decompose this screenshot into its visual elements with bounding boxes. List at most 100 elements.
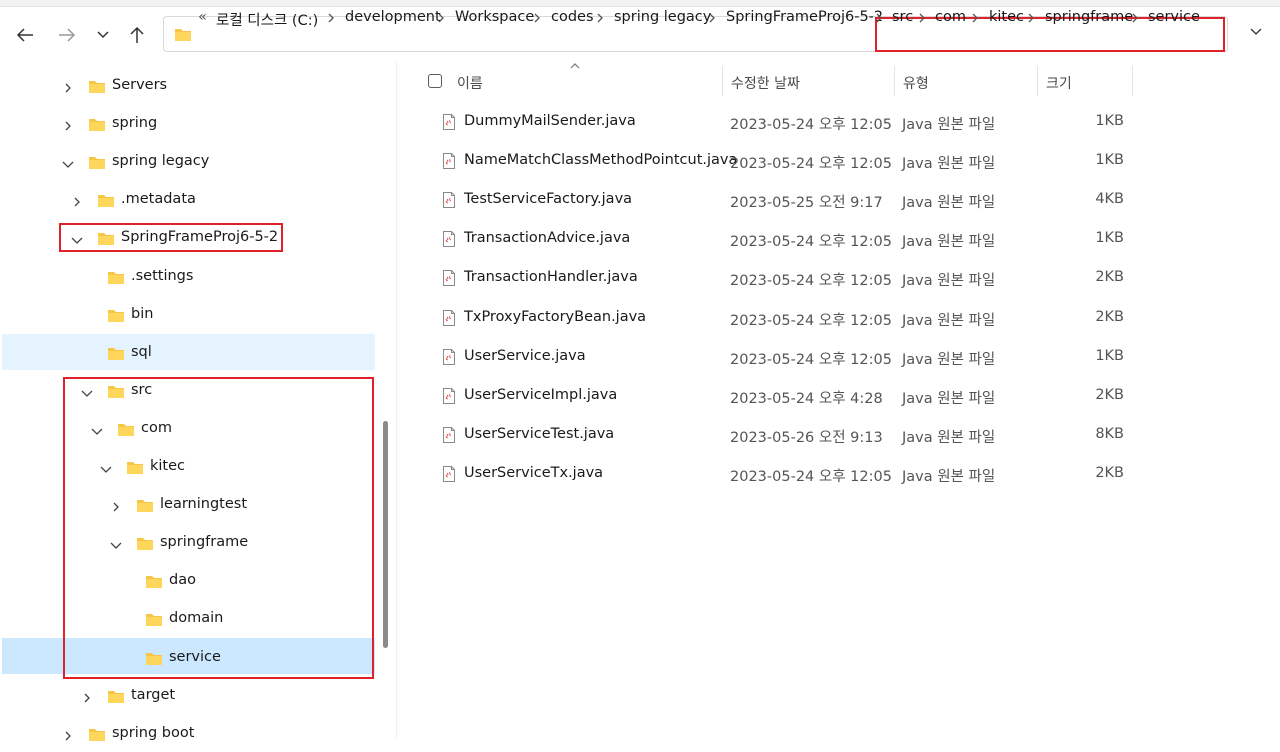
chevron-right-icon[interactable] [1131, 12, 1139, 24]
tree-item-target[interactable]: target [0, 678, 375, 714]
tree-item-label: target [131, 686, 176, 703]
tree-item-settings[interactable]: .settings [0, 259, 375, 295]
file-date: 2023-05-24 오후 12:05 [730, 468, 892, 485]
breadcrumb-codes[interactable]: codes [551, 9, 594, 25]
file-date: 2023-05-24 오후 12:05 [730, 234, 892, 251]
column-separator[interactable] [1132, 66, 1133, 96]
column-header-type[interactable]: 유형 [903, 73, 929, 93]
column-header-size[interactable]: 크기 [1046, 73, 1072, 93]
pane-divider[interactable] [396, 60, 397, 740]
chevron-right-icon[interactable] [596, 12, 604, 24]
file-date: 2023-05-24 오후 12:05 [730, 273, 892, 290]
file-size: 1KB [1095, 347, 1124, 364]
breadcrumb-workspace[interactable]: Workspace [455, 9, 534, 25]
column-separator[interactable] [722, 66, 723, 96]
breadcrumb-service[interactable]: service [1148, 9, 1200, 25]
breadcrumb-project[interactable]: SpringFrameProj6-5-2 [726, 9, 883, 25]
tree-item-label: spring boot [112, 724, 195, 741]
breadcrumb-spring-legacy[interactable]: spring legacy [614, 9, 711, 25]
address-history-chevron-icon[interactable] [1249, 27, 1263, 37]
breadcrumb-com[interactable]: com [935, 9, 966, 25]
file-name: TestServiceFactory.java [464, 191, 633, 208]
folder-icon [88, 117, 106, 136]
file-size: 1KB [1095, 230, 1124, 247]
java-file-icon [443, 309, 455, 326]
chevron-right-icon[interactable] [72, 195, 82, 211]
breadcrumb-springframe[interactable]: springframe [1045, 9, 1133, 25]
chevron-right-icon[interactable] [918, 12, 926, 24]
file-date: 2023-05-24 오후 12:05 [730, 351, 892, 368]
file-row[interactable]: TransactionAdvice.java 2023-05-24 오후 12:0… [404, 230, 1144, 260]
back-button[interactable] [12, 22, 38, 48]
file-row[interactable]: UserServiceTx.java 2023-05-24 오후 12:05 Jav… [404, 465, 1144, 495]
chevron-right-icon[interactable] [875, 12, 883, 24]
column-separator[interactable] [1037, 66, 1038, 96]
java-file-icon [443, 465, 455, 482]
file-row[interactable]: DummyMailSender.java 2023-05-24 오후 12:05 J… [404, 113, 1144, 143]
breadcrumb-kitec[interactable]: kitec [989, 9, 1024, 25]
file-row[interactable]: NameMatchClassMethodPointcut.java 2023-05… [404, 152, 1144, 182]
tree-scrollbar-thumb[interactable] [383, 421, 388, 648]
tree-item-metadata[interactable]: .metadata [0, 182, 375, 218]
file-row[interactable]: UserServiceImpl.java 2023-05-24 오후 4:28 Ja… [404, 387, 1144, 417]
java-file-icon [443, 270, 455, 287]
chevron-right-icon[interactable] [708, 12, 716, 24]
file-name: UserServiceTx.java [464, 464, 604, 481]
chevron-right-icon[interactable] [63, 119, 73, 135]
forward-button[interactable] [54, 22, 80, 48]
file-name: NameMatchClassMethodPointcut.java [464, 152, 738, 169]
file-type: Java 원본 파일 [902, 273, 996, 290]
file-date: 2023-05-24 오후 12:05 [730, 312, 892, 329]
tree-item-servers[interactable]: Servers [0, 68, 375, 104]
chevron-right-icon[interactable] [533, 12, 541, 24]
tree-item-spring-boot[interactable]: spring boot [0, 716, 375, 752]
tree-item-bin[interactable]: bin [0, 297, 375, 333]
tree-item-label: .metadata [121, 191, 196, 208]
chevron-right-icon[interactable] [63, 729, 73, 745]
file-row[interactable]: TestServiceFactory.java 2023-05-25 오전 9:1… [404, 191, 1144, 221]
file-row[interactable]: UserServiceTest.java 2023-05-26 오전 9:13 Ja… [404, 426, 1144, 456]
file-size: 8KB [1095, 425, 1124, 442]
folder-icon [97, 193, 115, 212]
chevron-right-icon[interactable] [327, 12, 335, 24]
arrow-left-icon [16, 28, 33, 42]
up-button[interactable] [124, 22, 150, 48]
breadcrumb-development[interactable]: development [345, 9, 441, 25]
tree-item-label: spring legacy [112, 153, 210, 170]
chevron-right-icon[interactable] [63, 81, 73, 97]
column-header-date[interactable]: 수정한 날짜 [731, 73, 800, 93]
tree-item-spring-legacy[interactable]: spring legacy [0, 144, 375, 180]
chevron-right-icon[interactable] [437, 12, 445, 24]
file-size: 4KB [1095, 191, 1124, 208]
select-all-checkbox[interactable] [428, 74, 442, 88]
folder-icon [107, 689, 125, 708]
file-type: Java 원본 파일 [902, 429, 996, 446]
tree-item-label: Servers [112, 77, 168, 93]
file-type: Java 원본 파일 [902, 390, 996, 407]
folder-icon [175, 29, 191, 41]
chevron-right-icon[interactable] [82, 691, 92, 707]
column-separator[interactable] [894, 66, 895, 96]
arrow-right-icon [59, 28, 76, 42]
chevron-down-icon[interactable] [62, 157, 74, 173]
file-date: 2023-05-24 오후 12:05 [730, 156, 892, 173]
folder-icon [107, 346, 125, 365]
chevron-right-icon[interactable] [971, 12, 979, 24]
file-name: TransactionHandler.java [464, 269, 638, 286]
tree-item-sql[interactable]: sql [0, 335, 375, 371]
tree-item-spring[interactable]: spring [0, 106, 375, 142]
file-row[interactable]: TransactionHandler.java 2023-05-24 오후 12:… [404, 269, 1144, 299]
java-file-icon [443, 153, 455, 170]
file-row[interactable]: UserService.java 2023-05-24 오후 12:05 Java … [404, 348, 1144, 378]
file-row[interactable]: TxProxyFactoryBean.java 2023-05-24 오후 12:… [404, 309, 1144, 339]
java-file-icon [443, 387, 455, 404]
sort-ascending-icon [570, 63, 580, 69]
breadcrumb-overflow[interactable]: « [198, 9, 207, 25]
breadcrumb-src[interactable]: src [892, 9, 913, 25]
file-type: Java 원본 파일 [902, 312, 996, 329]
chevron-right-icon[interactable] [1027, 12, 1035, 24]
column-header-name[interactable]: 이름 [457, 73, 483, 93]
recent-locations-button[interactable] [90, 22, 116, 48]
breadcrumb-drive[interactable]: 로컬 디스크 (C:) [216, 9, 318, 30]
file-name: TxProxyFactoryBean.java [464, 308, 647, 325]
